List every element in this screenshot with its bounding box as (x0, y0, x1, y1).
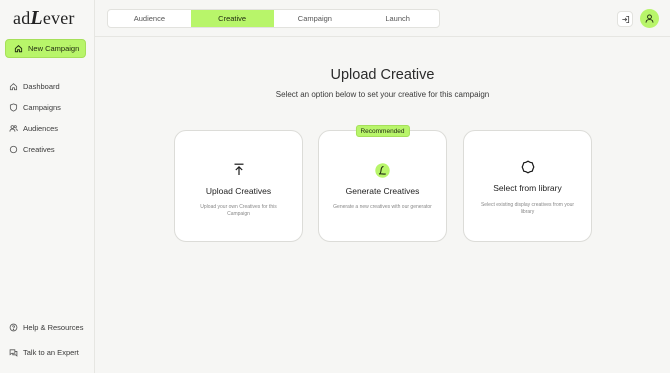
upload-icon-wrap (175, 163, 302, 176)
sidebar-item-label: Creatives (23, 145, 55, 154)
tab-launch[interactable]: Launch (356, 10, 439, 27)
logout-button[interactable] (617, 11, 633, 27)
card-description: Select existing display creatives from y… (480, 202, 575, 215)
sidebar-item-dashboard[interactable]: Dashboard (9, 76, 61, 97)
page-title: Upload Creative (330, 67, 435, 83)
home-icon (9, 83, 18, 91)
tab-audience[interactable]: Audience (108, 10, 191, 27)
upload-icon (234, 163, 243, 175)
user-avatar-button[interactable] (640, 9, 659, 28)
sidebar-item-creatives[interactable]: Creatives (9, 139, 61, 160)
home-icon (14, 45, 23, 53)
circle-icon (9, 145, 18, 154)
card-title: Upload Creatives (205, 186, 272, 196)
new-campaign-label: New Campaign (28, 44, 80, 53)
shield-icon (9, 103, 18, 112)
sidebar: adLever New Campaign Dashboard Campaigns… (0, 0, 95, 373)
sidebar-item-help[interactable]: Help & Resources (9, 315, 83, 340)
logo[interactable]: adLever (13, 7, 75, 30)
logo-big-letter: L (30, 7, 43, 29)
logout-icon (621, 15, 629, 23)
generate-creatives-card[interactable]: Recommended Generate Creatives Generate … (318, 125, 447, 242)
sidebar-footer: Help & Resources Talk to an Expert (9, 315, 83, 365)
sidebar-item-label: Talk to an Expert (23, 348, 79, 357)
generate-icon-wrap (319, 163, 446, 178)
adlever-generate-icon (375, 163, 390, 178)
user-icon (645, 14, 654, 23)
help-circle-icon (9, 323, 18, 332)
main-content: Upload Creative Select an option below t… (95, 37, 670, 373)
new-campaign-button[interactable]: New Campaign (5, 39, 86, 58)
card-title: Generate Creatives (345, 186, 420, 196)
sidebar-item-label: Audiences (23, 124, 59, 133)
card-description: Upload your own Creatives for this Campa… (200, 204, 277, 217)
logo-suffix: ever (42, 8, 75, 28)
tab-creative[interactable]: Creative (190, 10, 274, 27)
recommended-badge: Recommended (355, 125, 410, 137)
card-description: Generate a new creatives with our genera… (333, 204, 432, 210)
select-library-card[interactable]: Select from library Select existing disp… (463, 130, 592, 242)
sidebar-item-audiences[interactable]: Audiences (9, 118, 61, 139)
logo-prefix: ad (13, 8, 31, 28)
library-icon-wrap (464, 160, 591, 174)
step-tabs: Audience Creative Campaign Launch (107, 9, 440, 28)
tab-campaign[interactable]: Campaign (274, 10, 357, 27)
sidebar-item-label: Dashboard (23, 82, 60, 91)
upload-creatives-card[interactable]: Upload Creatives Upload your own Creativ… (174, 130, 303, 242)
chat-icon (9, 349, 18, 357)
page-subtitle: Select an option below to set your creat… (275, 90, 490, 99)
users-icon (9, 125, 18, 132)
library-icon (521, 160, 534, 174)
sidebar-nav: Dashboard Campaigns Audiences Creatives (9, 76, 61, 160)
sidebar-item-label: Campaigns (23, 103, 61, 112)
sidebar-item-campaigns[interactable]: Campaigns (9, 97, 61, 118)
top-bar: Audience Creative Campaign Launch (95, 0, 670, 37)
sidebar-item-expert[interactable]: Talk to an Expert (9, 340, 83, 365)
sidebar-item-label: Help & Resources (23, 323, 84, 332)
card-title: Select from library (493, 183, 562, 193)
